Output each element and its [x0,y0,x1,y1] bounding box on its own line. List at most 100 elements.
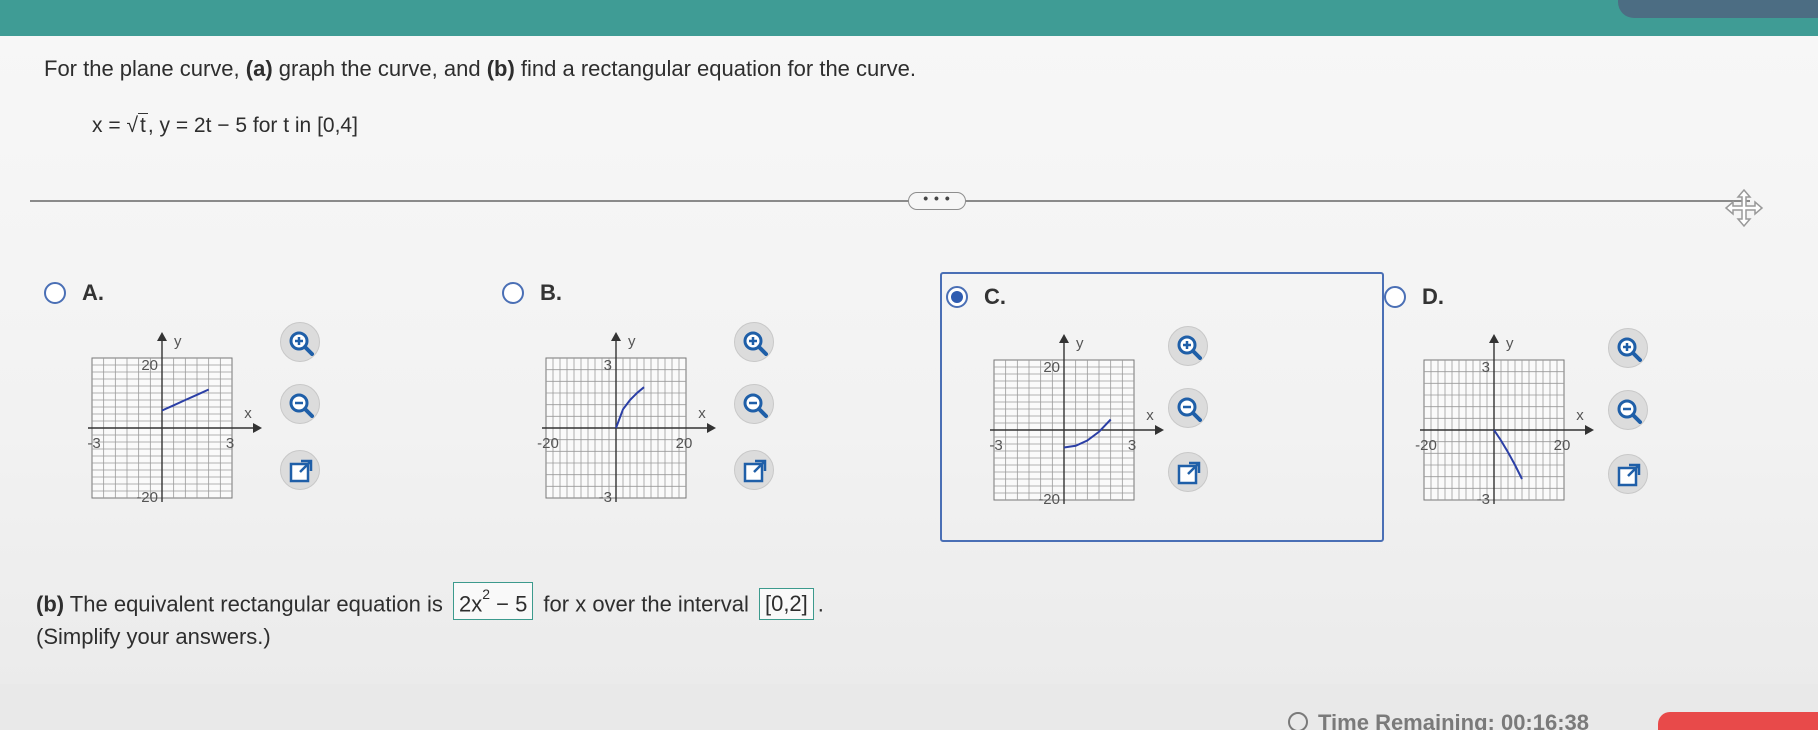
x-axis-arrow [1155,425,1164,435]
y-axis-arrow [1489,334,1499,343]
zoom-in-icon [1617,337,1642,362]
x-left-tick: -20 [537,435,559,452]
prompt-text-1: For the plane curve, [44,56,246,81]
graph-svg: y x 3 -3 -20 20 [537,332,716,506]
graph-svg: y x 20 -20 -3 3 [989,334,1164,508]
open-in-new-window-icon [289,459,313,483]
zoom-out-icon [289,393,314,418]
part-b-text-before: The equivalent rectangular equation is [64,591,449,617]
zoom-out-icon [743,393,768,418]
clock-icon [1288,712,1308,730]
option-a-radio[interactable] [44,282,66,304]
option-c-radio[interactable] [946,286,968,308]
zoom-out-button[interactable] [1168,388,1208,428]
x-left-tick: -20 [1415,437,1437,454]
section-divider [30,200,1750,202]
eq-rest: , y = 2t − 5 for t in [0,4] [147,114,358,137]
eq-radicand: t [137,113,148,137]
part-b-text-after: . [817,591,824,617]
x-axis-label: x [698,405,706,422]
option-a-label: A. [82,280,104,305]
part-a-tag: (a) [245,56,273,81]
zoom-in-button[interactable] [280,322,320,362]
y-axis-arrow [611,332,621,341]
option-d-graph: y x 3 -3 -20 20 [1414,320,1614,520]
timer-text: Time Remaining: 00:16:38 [1318,710,1590,730]
x-right-tick: 20 [1554,437,1571,454]
zoom-out-button[interactable] [734,384,774,424]
y-bottom-tick: -20 [1038,491,1060,508]
x-right-tick: 3 [226,435,234,452]
option-d-label: D. [1422,284,1444,309]
x-left-tick: -3 [989,437,1002,454]
zoom-out-button[interactable] [1608,390,1648,430]
x-axis-arrow [707,423,716,433]
zoom-out-icon [1617,399,1642,424]
open-in-new-window-button[interactable] [734,450,774,490]
open-in-new-window-button[interactable] [1608,454,1648,494]
y-bottom-tick: -3 [599,489,612,506]
option-c-label: C. [984,284,1006,309]
part-b-answer-line: (b) The equivalent rectangular equation … [36,582,824,621]
y-axis-label: y [1076,335,1084,352]
y-axis-label: y [628,333,636,350]
zoom-out-button[interactable] [280,384,320,424]
open-in-new-window-icon [1617,463,1641,487]
x-axis-arrow [1585,425,1594,435]
y-top-tick: 20 [1043,359,1060,376]
zoom-in-button[interactable] [1608,328,1648,368]
interval-answer[interactable]: [0,2] [758,588,814,621]
option-b-graph: y x 3 -3 -20 20 [536,318,736,518]
top-bar-pill [1618,0,1818,18]
parametric-equation: x = √t, y = 2t − 5 for t in [0,4] [92,113,358,138]
graph-svg: y x 3 -3 -20 20 [1415,334,1594,508]
option-d-radio[interactable] [1384,286,1406,308]
part-b-text-middle: for x over the interval [537,591,755,617]
answer-base: 2x [458,591,483,617]
rectangular-equation-answer[interactable]: 2x2 − 5 [452,582,534,621]
y-bottom-tick: -3 [1477,491,1490,508]
part-b-answer-tag: (b) [36,591,65,617]
question-prompt: For the plane curve, (a) graph the curve… [44,56,916,82]
y-top-tick: 3 [604,357,612,374]
x-right-tick: 3 [1128,437,1136,454]
option-b-radio[interactable] [502,282,524,304]
x-left-tick: -3 [87,435,100,452]
move-icon[interactable] [1724,188,1764,228]
open-in-new-window-button[interactable] [280,450,320,490]
simplify-note: (Simplify your answers.) [36,624,271,649]
zoom-in-button[interactable] [734,322,774,362]
prompt-text-3: find a rectangular equation for the curv… [514,56,916,81]
y-axis-label: y [174,333,182,350]
option-b-label: B. [540,280,562,305]
y-axis-arrow [157,332,167,341]
zoom-in-icon [289,331,314,356]
x-axis-label: x [1576,407,1584,424]
x-axis-label: x [244,405,252,422]
prompt-text-2: graph the curve, and [272,56,487,81]
zoom-in-icon [1177,335,1202,360]
graph-svg: y x 20 -20 -3 3 [87,332,262,506]
zoom-in-icon [743,331,768,356]
y-axis-arrow [1059,334,1069,343]
time-remaining: Time Remaining: 00:16:38 [1288,712,1589,730]
zoom-out-icon [1177,397,1202,422]
open-in-new-window-icon [743,459,767,483]
open-in-new-window-icon [1177,461,1201,485]
y-bottom-tick: -20 [136,489,158,506]
option-a-graph: y x 20 -20 -3 3 [82,318,282,518]
y-top-tick: 3 [1482,359,1490,376]
sqrt-expression: √t [126,113,148,137]
more-button[interactable]: • • • [908,191,966,210]
footer-pill [1658,712,1818,730]
x-right-tick: 20 [676,435,693,452]
part-b-tag: (b) [486,56,515,81]
eq-x-prefix: x = [92,114,127,137]
open-in-new-window-button[interactable] [1168,452,1208,492]
option-c-graph: y x 20 -20 -3 3 [984,320,1184,520]
x-axis-arrow [253,423,262,433]
zoom-in-button[interactable] [1168,326,1208,366]
x-axis-label: x [1146,407,1154,424]
answer-exponent: 2 [482,586,490,602]
y-axis-label: y [1506,335,1514,352]
